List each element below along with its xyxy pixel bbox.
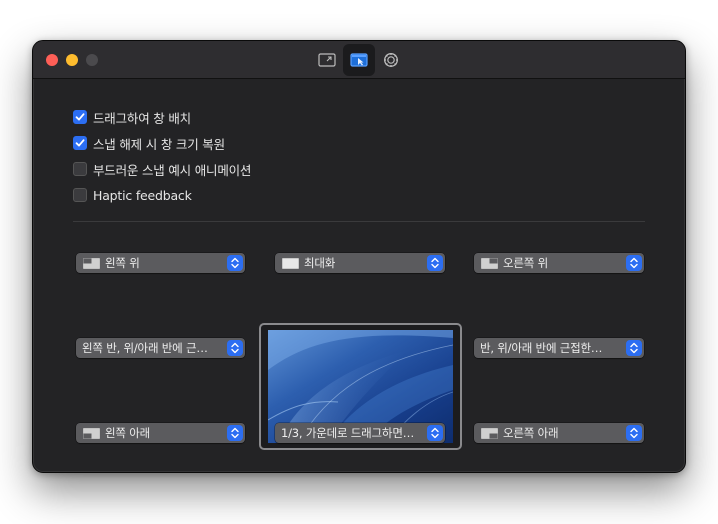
window-arrow-icon [318,53,336,67]
window-cursor-icon [350,53,368,67]
checkbox[interactable] [73,110,87,124]
select-value: 반, 위/아래 반에 근접한… [480,341,603,355]
checkbox[interactable] [73,162,87,176]
snap-middle-right-select[interactable]: 반, 위/아래 반에 근접한… [474,338,644,358]
option-smooth-animation[interactable]: 부드러운 스냅 예시 애니메이션 [73,161,252,178]
bottom-left-area-icon [83,427,100,439]
bottom-right-area-icon [481,427,498,439]
up-down-chevron-icon [427,255,443,271]
option-label: 스냅 해제 시 창 크기 복원 [93,136,225,152]
select-value: 1/3, 가운데로 드래그하면… [281,426,414,440]
select-value: 오른쪽 아래 [503,426,559,440]
tab-general[interactable] [311,44,343,76]
tab-snap[interactable] [343,44,375,76]
select-value: 최대화 [304,256,336,270]
select-value: 왼쪽 아래 [105,426,150,440]
top-left-area-icon [83,257,100,269]
option-label: 부드러운 스냅 예시 애니메이션 [93,162,252,178]
snap-bottom-right-select[interactable]: 오른쪽 아래 [474,423,644,443]
option-restore-size[interactable]: 스냅 해제 시 창 크기 복원 [73,135,225,152]
snap-top-center-select[interactable]: 최대화 [275,253,445,273]
checkmark-icon [75,113,85,121]
snap-bottom-left-select[interactable]: 왼쪽 아래 [76,423,245,443]
up-down-chevron-icon [626,255,642,271]
minimize-window-button[interactable] [66,54,78,66]
option-haptic-feedback[interactable]: Haptic feedback [73,187,192,203]
checkbox[interactable] [73,188,87,202]
gear-icon [384,53,398,67]
up-down-chevron-icon [227,340,243,356]
select-value: 오른쪽 위 [503,256,548,270]
snap-bottom-center-select[interactable]: 1/3, 가운데로 드래그하면… [275,423,445,443]
divider [73,221,645,222]
select-value: 왼쪽 반, 위/아래 반에 근… [82,341,208,355]
up-down-chevron-icon [626,425,642,441]
up-down-chevron-icon [626,340,642,356]
up-down-chevron-icon [227,425,243,441]
titlebar [33,41,685,79]
tab-settings[interactable] [375,44,407,76]
snap-settings-panel: 드래그하여 창 배치 스냅 해제 시 창 크기 복원 부드러운 스냅 예시 애니… [33,79,685,472]
snap-top-right-select[interactable]: 오른쪽 위 [474,253,644,273]
select-value: 왼쪽 위 [105,256,140,270]
option-drag-to-snap[interactable]: 드래그하여 창 배치 [73,109,191,126]
snap-middle-left-select[interactable]: 왼쪽 반, 위/아래 반에 근… [76,338,245,358]
toolbar-tabs [311,44,407,76]
option-label: 드래그하여 창 배치 [93,110,191,126]
checkbox[interactable] [73,136,87,150]
preferences-window: 드래그하여 창 배치 스냅 해제 시 창 크기 복원 부드러운 스냅 예시 애니… [32,40,686,473]
snap-top-left-select[interactable]: 왼쪽 위 [76,253,245,273]
up-down-chevron-icon [227,255,243,271]
zoom-window-button[interactable] [86,54,98,66]
up-down-chevron-icon [427,425,443,441]
maximize-area-icon [282,257,299,269]
close-window-button[interactable] [46,54,58,66]
option-label: Haptic feedback [93,187,192,203]
top-right-area-icon [481,257,498,269]
checkmark-icon [75,139,85,147]
